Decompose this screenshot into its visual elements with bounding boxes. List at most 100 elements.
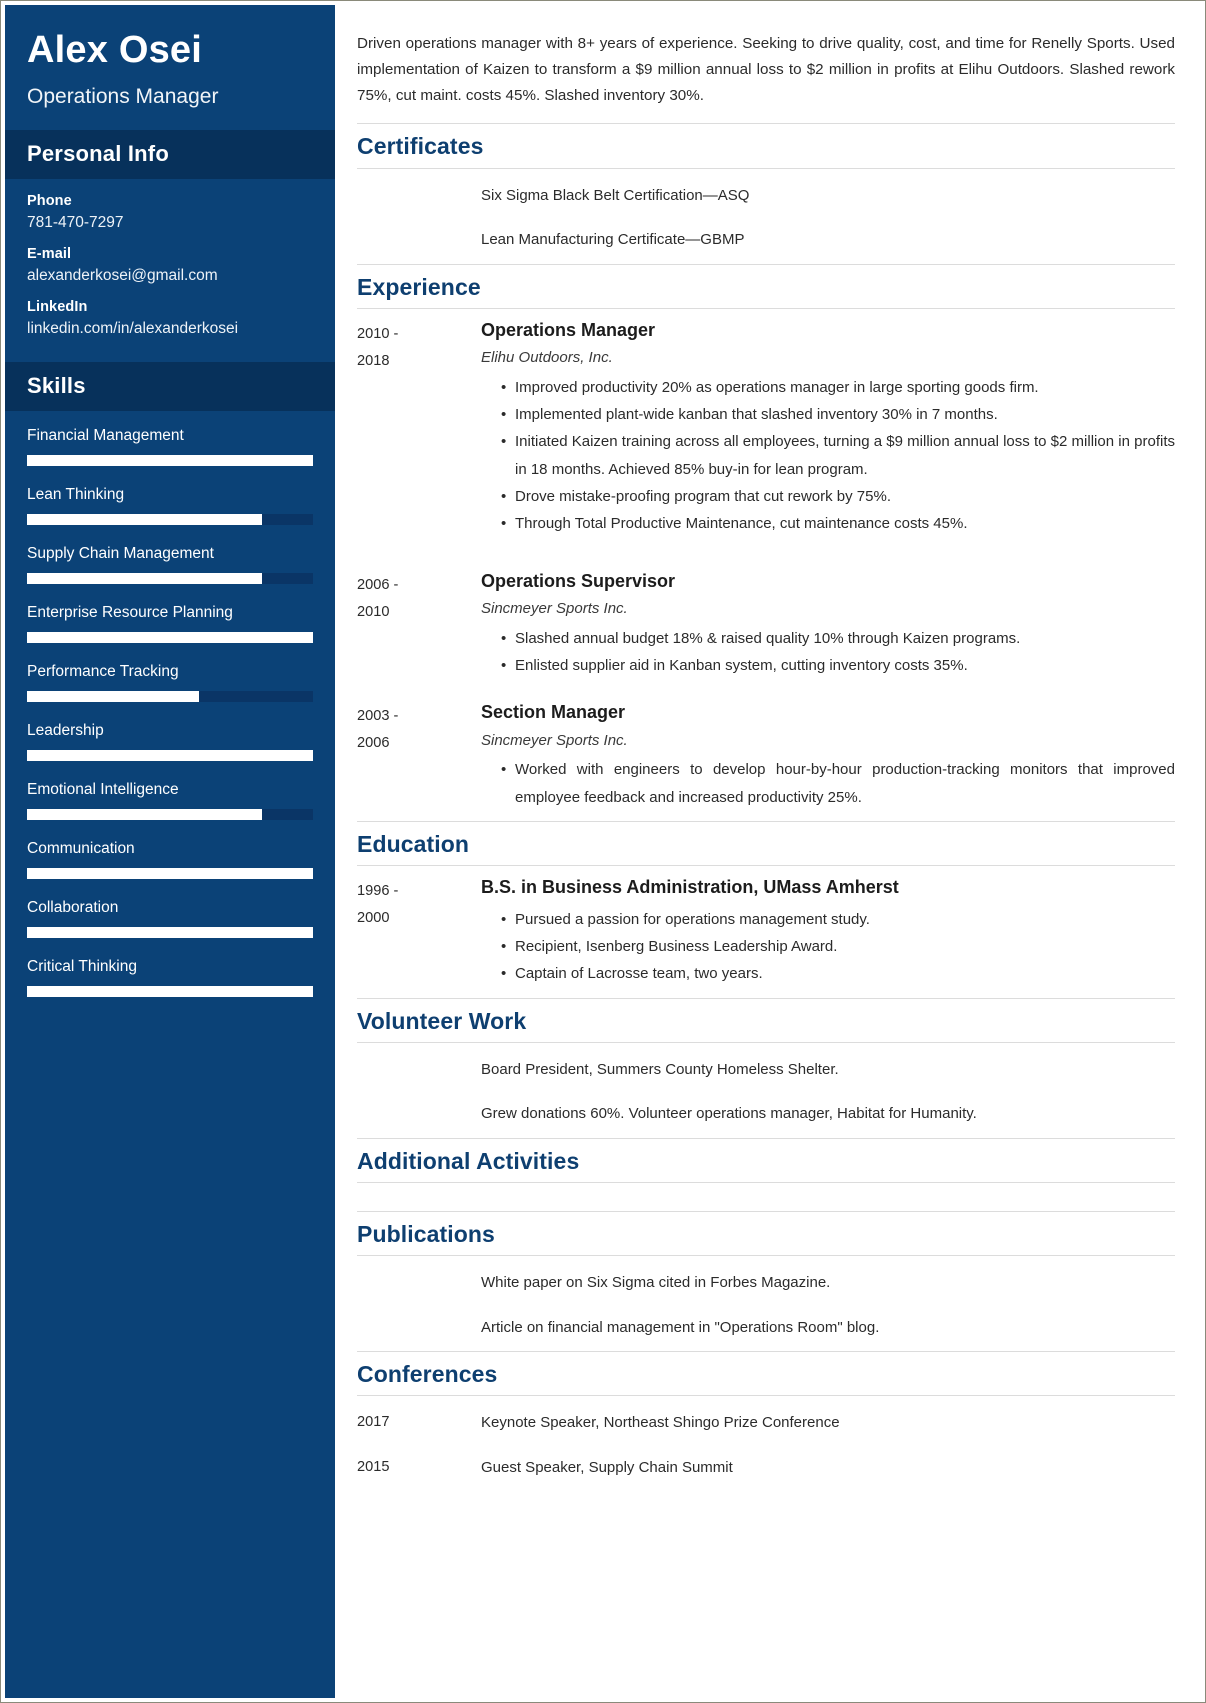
entry-date: 2006 - 2010 xyxy=(357,566,481,626)
experience-heading: Experience xyxy=(357,273,481,300)
list-item: Board President, Summers County Homeless… xyxy=(357,1049,1175,1092)
job-title: Section Manager xyxy=(481,702,626,723)
skill-label: Lean Thinking xyxy=(27,486,125,504)
bullet-item: Drove mistake-proofing program that cut … xyxy=(501,483,1175,511)
section-experience: Experience 2010 - 2018 Operations Manage… xyxy=(357,263,1175,817)
entry-date xyxy=(357,1262,481,1276)
education-heading: Education xyxy=(357,830,470,857)
bullet-item: Slashed annual budget 18% & raised quali… xyxy=(501,625,1175,653)
full-name: Alex Osei xyxy=(27,29,203,71)
bullet-item: Improved productivity 20% as operations … xyxy=(501,374,1175,402)
contact-value-email[interactable]: alexanderkosei@gmail.com xyxy=(27,267,313,285)
bullet-list: Worked with engineers to develop hour-by… xyxy=(481,756,1175,811)
skill-label: Leadership xyxy=(27,722,104,740)
skill-bar-fill xyxy=(27,750,313,762)
bullet-item: Worked with engineers to develop hour-by… xyxy=(501,756,1175,811)
date-end: 2018 xyxy=(357,352,390,369)
conference-text: Guest Speaker, Supply Chain Summit xyxy=(481,1458,733,1476)
section-additional-activities: Additional Activities xyxy=(357,1137,1175,1209)
skill-bar-track xyxy=(27,455,313,467)
entry-date xyxy=(357,175,481,189)
skill-bar-track xyxy=(27,691,313,703)
bullet-item: Captain of Lacrosse team, two years. xyxy=(501,960,1175,988)
skill-bar-track xyxy=(27,868,313,880)
entry-date xyxy=(357,219,481,233)
list-item: White paper on Six Sigma cited in Forbes… xyxy=(357,1262,1175,1305)
skill-bar-track xyxy=(27,750,313,762)
date-start: 2010 - xyxy=(357,325,399,342)
education-entry: 1996 - 2000 B.S. in Business Administrat… xyxy=(357,872,1175,993)
bullet-item: Initiated Kaizen training across all emp… xyxy=(501,428,1175,483)
section-header: Conferences xyxy=(357,1351,1175,1397)
skills-list: Financial Management Lean Thinking Suppl… xyxy=(5,411,335,1039)
contact-value-phone[interactable]: 781-470-7297 xyxy=(27,214,313,232)
experience-entry: 2010 - 2018 Operations Manager Elihu Out… xyxy=(357,315,1175,544)
date-start: 2003 - xyxy=(357,708,399,725)
additional-activities-empty-body xyxy=(357,1183,1175,1209)
skill-bar-fill xyxy=(27,514,262,526)
conference-year: 2017 xyxy=(357,1414,390,1431)
bullet-item: Pursued a passion for operations managem… xyxy=(501,906,1175,934)
skill-row: Performance Tracking xyxy=(27,663,313,703)
degree-title: B.S. in Business Administration, UMass A… xyxy=(481,877,899,898)
skill-bar-track xyxy=(27,809,313,821)
skill-row: Supply Chain Management xyxy=(27,545,313,585)
skill-bar-fill xyxy=(27,455,313,467)
skill-label: Critical Thinking xyxy=(27,958,137,976)
skill-label: Communication xyxy=(27,840,135,858)
section-volunteer-work: Volunteer Work Board President, Summers … xyxy=(357,997,1175,1136)
certificates-heading: Certificates xyxy=(357,133,484,160)
section-conferences: Conferences 2017 Keynote Speaker, Northe… xyxy=(357,1351,1175,1489)
skill-label: Collaboration xyxy=(27,899,119,917)
skill-label: Supply Chain Management xyxy=(27,545,214,563)
contact-label: LinkedIn xyxy=(27,298,88,315)
entry-date: 2003 - 2006 xyxy=(357,697,481,757)
skills-heading: Skills xyxy=(5,361,335,411)
skill-bar-track xyxy=(27,573,313,585)
additional-activities-heading: Additional Activities xyxy=(357,1147,580,1174)
skill-bar-fill xyxy=(27,986,313,998)
contact-item-linkedin: LinkedIn linkedin.com/in/alexanderkosei xyxy=(27,299,313,338)
personal-info-heading: Personal Info xyxy=(5,129,335,179)
skill-row: Leadership xyxy=(27,722,313,762)
identity-block: Alex Osei Operations Manager xyxy=(5,5,335,130)
contact-value-linkedin[interactable]: linkedin.com/in/alexanderkosei xyxy=(27,320,313,338)
entry-body: Operations Manager Elihu Outdoors, Inc. … xyxy=(481,315,1175,544)
skill-label: Performance Tracking xyxy=(27,663,179,681)
resume-page: Alex Osei Operations Manager Personal In… xyxy=(0,0,1206,1703)
skill-row: Communication xyxy=(27,840,313,880)
entry-date: 1996 - 2000 xyxy=(357,872,481,932)
section-certificates: Certificates Six Sigma Black Belt Certif… xyxy=(357,123,1175,261)
publications-heading: Publications xyxy=(357,1220,495,1247)
publications-list: White paper on Six Sigma cited in Forbes… xyxy=(357,1256,1175,1349)
skill-row: Critical Thinking xyxy=(27,958,313,998)
skill-bar-fill xyxy=(27,927,313,939)
certificate-text: Lean Manufacturing Certificate—GBMP xyxy=(481,231,745,249)
entry-body: B.S. in Business Administration, UMass A… xyxy=(481,872,1175,993)
date-start: 2006 - xyxy=(357,576,399,593)
conferences-list: 2017 Keynote Speaker, Northeast Shingo P… xyxy=(357,1396,1175,1489)
company-name: Elihu Outdoors, Inc. xyxy=(481,349,613,367)
job-title: Operations Supervisor xyxy=(481,570,676,591)
section-header: Education xyxy=(357,820,1175,867)
skill-row: Collaboration xyxy=(27,899,313,939)
bullet-item: Implemented plant-wide kanban that slash… xyxy=(501,401,1175,429)
volunteer-text: Board President, Summers County Homeless… xyxy=(481,1060,839,1078)
section-header: Volunteer Work xyxy=(357,997,1175,1043)
skill-label: Emotional Intelligence xyxy=(27,781,179,799)
contact-list: Phone 781-470-7297 E-mail alexanderkosei… xyxy=(5,179,335,362)
entry-date xyxy=(357,1093,481,1107)
certificates-list: Six Sigma Black Belt Certification—ASQ L… xyxy=(357,169,1175,262)
entry-body: Section Manager Sincmeyer Sports Inc. Wo… xyxy=(481,697,1175,817)
contact-label: E-mail xyxy=(27,245,72,262)
conference-year: 2015 xyxy=(357,1458,390,1475)
date-start: 1996 - xyxy=(357,883,399,900)
conference-text: Keynote Speaker, Northeast Shingo Prize … xyxy=(481,1414,840,1432)
skill-row: Enterprise Resource Planning xyxy=(27,604,313,644)
date-end: 2010 xyxy=(357,603,390,620)
entry-date: 2010 - 2018 xyxy=(357,315,481,375)
section-header: Additional Activities xyxy=(357,1137,1175,1183)
date-end: 2000 xyxy=(357,910,390,927)
